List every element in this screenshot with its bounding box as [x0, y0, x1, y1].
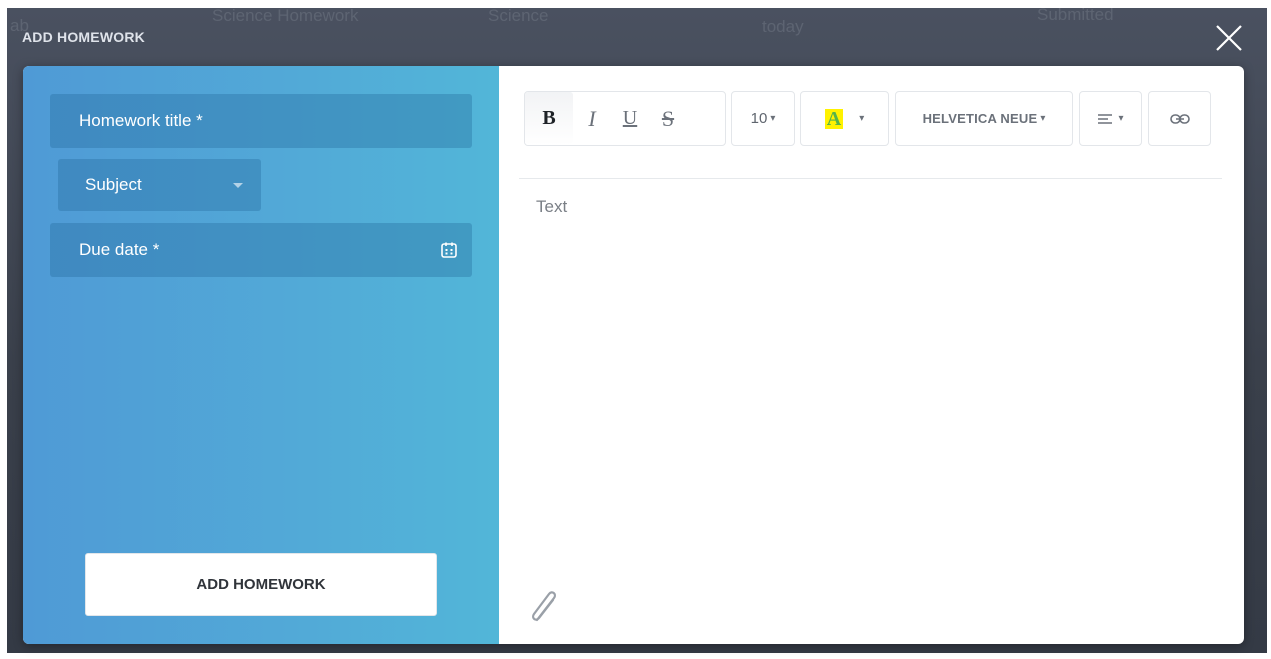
paperclip-icon[interactable] — [527, 586, 565, 626]
highlight-button: A — [824, 107, 844, 130]
toolbar-divider — [519, 178, 1222, 179]
calendar-icon[interactable] — [440, 241, 458, 259]
editor-text-area[interactable]: Text — [536, 197, 567, 217]
align-dropdown[interactable]: ▾ — [1079, 91, 1142, 146]
modal-overlay: ab Science Homework Science today Submit… — [7, 5, 1267, 653]
caret-down-icon: ▾ — [1040, 113, 1046, 124]
strikethrough-button[interactable]: S — [649, 92, 687, 145]
due-date-input[interactable]: Due date * — [50, 223, 472, 277]
subject-placeholder: Subject — [85, 175, 142, 194]
background-table-row: ab Science Homework Science today Submit… — [7, 5, 1267, 48]
background-cell: Science — [488, 6, 549, 25]
italic-button[interactable]: I — [573, 92, 611, 145]
caret-down-icon: ▾ — [1118, 113, 1124, 124]
font-size-value: 10 — [750, 110, 768, 127]
background-cell: Science Homework — [212, 6, 359, 25]
underline-button[interactable]: U — [611, 92, 649, 145]
link-icon — [1169, 113, 1190, 124]
caret-down-icon: ▾ — [770, 113, 776, 124]
background-cell: today — [762, 17, 804, 36]
add-homework-dialog: Homework title * Subject Due date * ADD … — [23, 66, 1244, 644]
font-family-dropdown[interactable]: HELVETICA NEUE ▾ — [895, 91, 1073, 146]
font-family-value: HELVETICA NEUE — [922, 111, 1038, 126]
highlight-color-dropdown[interactable]: A ▾ — [800, 91, 889, 146]
text-style-group: B I U S — [524, 91, 726, 146]
insert-link-button[interactable] — [1148, 91, 1211, 146]
editor-panel: B I U S 10 ▾ A ▾ HELVETICA NEUE ▾ ▾ Text — [499, 66, 1244, 644]
font-size-dropdown[interactable]: 10 ▾ — [731, 91, 795, 146]
caret-down-icon: ▾ — [859, 113, 865, 124]
due-date-placeholder: Due date * — [79, 240, 160, 259]
modal-title: ADD HOMEWORK — [22, 29, 145, 45]
background-cell: Submitted — [1037, 5, 1114, 24]
align-left-icon — [1098, 113, 1113, 124]
chevron-down-icon — [233, 183, 243, 188]
subject-select[interactable]: Subject — [58, 159, 261, 211]
add-homework-button[interactable]: ADD HOMEWORK — [85, 553, 437, 616]
close-icon — [1216, 25, 1242, 51]
homework-title-placeholder: Homework title * — [79, 111, 203, 130]
homework-title-input[interactable]: Homework title * — [50, 94, 472, 148]
bold-button[interactable]: B — [525, 92, 573, 145]
close-button[interactable] — [1211, 20, 1247, 56]
homework-form-panel: Homework title * Subject Due date * ADD … — [23, 66, 499, 644]
